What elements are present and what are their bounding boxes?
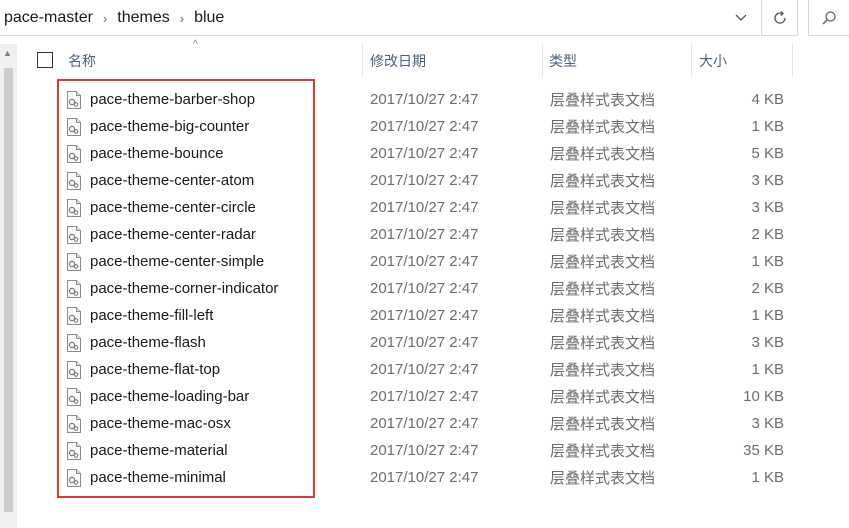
column-header-date[interactable]: 修改日期: [370, 44, 426, 77]
file-type: 层叠样式表文档: [550, 254, 656, 271]
file-type: 层叠样式表文档: [550, 173, 656, 190]
file-modified-date: 2017/10/27 2:47: [370, 361, 479, 378]
file-size: 10 KB: [743, 388, 784, 405]
file-modified-date: 2017/10/27 2:47: [370, 415, 479, 432]
column-divider[interactable]: [792, 44, 793, 77]
file-type: 层叠样式表文档: [550, 416, 656, 433]
file-modified-date: 2017/10/27 2:47: [370, 199, 479, 216]
breadcrumb-separator-icon[interactable]: ›: [180, 11, 184, 26]
scroll-up-icon[interactable]: ▲: [3, 48, 12, 58]
column-header-row: 名称 修改日期 类型 大小: [17, 44, 849, 77]
file-explorer-window: pace-master › themes › blue ▲ ^ 名称 修改日期 …: [0, 0, 849, 528]
file-type: 层叠样式表文档: [550, 119, 656, 136]
column-header-type[interactable]: 类型: [549, 44, 577, 77]
address-history-dropdown-button[interactable]: [728, 4, 754, 32]
file-type: 层叠样式表文档: [550, 200, 656, 217]
breadcrumb-themes[interactable]: themes: [117, 9, 169, 27]
chevron-down-icon: [735, 14, 747, 21]
file-modified-date: 2017/10/27 2:47: [370, 172, 479, 189]
file-modified-date: 2017/10/27 2:47: [370, 145, 479, 162]
file-modified-date: 2017/10/27 2:47: [370, 469, 479, 486]
file-size: 3 KB: [751, 415, 784, 432]
file-size: 1 KB: [751, 118, 784, 135]
file-type: 层叠样式表文档: [550, 281, 656, 298]
scrollbar-thumb[interactable]: [4, 68, 13, 512]
refresh-icon: [773, 10, 786, 24]
highlight-annotation: [57, 79, 315, 498]
file-type: 层叠样式表文档: [550, 362, 656, 379]
file-size: 3 KB: [751, 334, 784, 351]
navigation-pane-scrollbar[interactable]: ▲: [0, 44, 17, 528]
column-header-name[interactable]: 名称: [68, 44, 96, 77]
file-size: 4 KB: [751, 91, 784, 108]
file-size: 1 KB: [751, 307, 784, 324]
file-size: 1 KB: [751, 361, 784, 378]
breadcrumb-separator-icon[interactable]: ›: [103, 11, 107, 26]
file-modified-date: 2017/10/27 2:47: [370, 226, 479, 243]
file-modified-date: 2017/10/27 2:47: [370, 388, 479, 405]
breadcrumb: pace-master › themes › blue: [4, 0, 224, 36]
file-type: 层叠样式表文档: [550, 308, 656, 325]
file-modified-date: 2017/10/27 2:47: [370, 118, 479, 135]
file-type: 层叠样式表文档: [550, 470, 656, 487]
file-size: 1 KB: [751, 469, 784, 486]
file-type: 层叠样式表文档: [550, 443, 656, 460]
search-input[interactable]: [808, 0, 849, 36]
column-header-size[interactable]: 大小: [699, 44, 727, 77]
file-size: 1 KB: [751, 253, 784, 270]
breadcrumb-blue[interactable]: blue: [194, 9, 224, 27]
file-modified-date: 2017/10/27 2:47: [370, 253, 479, 270]
column-divider[interactable]: [362, 44, 363, 77]
file-modified-date: 2017/10/27 2:47: [370, 307, 479, 324]
file-modified-date: 2017/10/27 2:47: [370, 442, 479, 459]
file-modified-date: 2017/10/27 2:47: [370, 280, 479, 297]
breadcrumb-pace-master[interactable]: pace-master: [4, 9, 93, 27]
file-type: 层叠样式表文档: [550, 335, 656, 352]
file-size: 5 KB: [751, 145, 784, 162]
address-bar[interactable]: pace-master › themes › blue: [0, 0, 760, 36]
file-size: 2 KB: [751, 226, 784, 243]
file-size: 2 KB: [751, 280, 784, 297]
file-type: 层叠样式表文档: [550, 227, 656, 244]
file-type: 层叠样式表文档: [550, 389, 656, 406]
file-type: 层叠样式表文档: [550, 92, 656, 109]
address-bar-row: pace-master › themes › blue: [0, 0, 849, 37]
file-size: 35 KB: [743, 442, 784, 459]
file-type: 层叠样式表文档: [550, 146, 656, 163]
file-size: 3 KB: [751, 172, 784, 189]
column-divider[interactable]: [542, 44, 543, 77]
column-divider[interactable]: [691, 44, 692, 77]
search-icon: [822, 10, 836, 25]
file-modified-date: 2017/10/27 2:47: [370, 334, 479, 351]
file-size: 3 KB: [751, 199, 784, 216]
refresh-button[interactable]: [761, 0, 798, 36]
file-modified-date: 2017/10/27 2:47: [370, 91, 479, 108]
